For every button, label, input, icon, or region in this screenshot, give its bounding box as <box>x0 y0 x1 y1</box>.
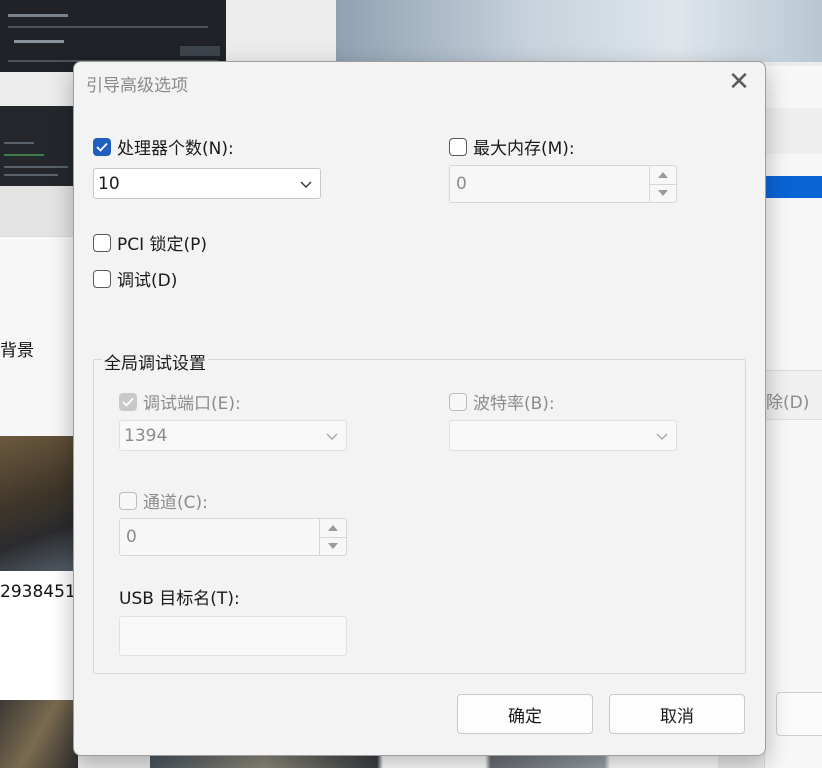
debug-port-checkbox[interactable]: 调试端口(E): <box>119 389 241 414</box>
chevron-down-icon <box>300 174 312 194</box>
debug-port-dropdown[interactable]: 1394 <box>119 420 347 451</box>
max-memory-label: 最大内存(M): <box>473 139 575 159</box>
channel-spinner[interactable]: 0 <box>119 518 347 556</box>
processor-count-checkbox[interactable]: 处理器个数(N): <box>93 134 234 159</box>
pci-lock-checkbox[interactable]: PCI 锁定(P) <box>93 230 207 255</box>
baud-rate-checkbox[interactable]: 波特率(B): <box>449 389 555 414</box>
checkbox-box <box>93 269 111 288</box>
spin-down-icon[interactable] <box>650 183 676 203</box>
background-panel <box>0 186 78 236</box>
baud-rate-label: 波特率(B): <box>473 394 555 414</box>
checkbox-box <box>449 392 467 411</box>
background-number: 2938451 <box>0 582 76 602</box>
processor-count-dropdown[interactable]: 10 <box>93 168 321 199</box>
background-wallpaper <box>336 0 822 62</box>
background-label: 背景 <box>0 341 34 361</box>
checkbox-box <box>119 491 137 510</box>
processor-count-value: 10 <box>98 173 120 194</box>
chevron-down-icon <box>656 426 668 446</box>
boot-advanced-options-dialog: 引导高级选项 ✕ 处理器个数(N): 10 最大内存(M): 0 PCI 锁定(… <box>73 61 766 756</box>
ok-button[interactable]: 确定 <box>457 694 593 734</box>
max-memory-value: 0 <box>456 174 467 194</box>
checkbox-box <box>93 233 111 252</box>
spin-up-icon[interactable] <box>650 166 676 184</box>
processor-count-label: 处理器个数(N): <box>117 139 234 159</box>
background-game-image <box>0 436 78 571</box>
channel-value: 0 <box>126 527 137 547</box>
checkmark-icon <box>119 392 137 411</box>
usb-target-label: USB 目标名(T): <box>119 589 240 609</box>
background-right-label: 除(D) <box>766 393 810 413</box>
spin-down-icon[interactable] <box>320 536 346 556</box>
usb-target-input[interactable] <box>119 616 347 656</box>
background-right-button <box>776 692 822 736</box>
background-thumbnail-dark-2 <box>0 106 78 188</box>
background-right-toolbar <box>764 108 822 154</box>
channel-label: 通道(C): <box>143 493 208 513</box>
debug-port-value: 1394 <box>124 425 168 446</box>
spin-up-icon[interactable] <box>320 519 346 537</box>
channel-checkbox[interactable]: 通道(C): <box>119 488 208 513</box>
cancel-button[interactable]: 取消 <box>609 694 745 734</box>
chevron-down-icon <box>326 426 338 446</box>
max-memory-spinner[interactable]: 0 <box>449 165 677 203</box>
debug-port-label: 调试端口(E): <box>143 394 241 414</box>
dialog-title: 引导高级选项 <box>86 76 188 96</box>
max-memory-checkbox[interactable]: 最大内存(M): <box>449 134 575 159</box>
checkmark-icon <box>93 137 111 156</box>
global-debug-group-label: 全局调试设置 <box>102 349 208 374</box>
background-selected-row <box>764 176 822 198</box>
close-icon[interactable]: ✕ <box>724 68 754 98</box>
debug-label: 调试(D) <box>117 271 178 291</box>
checkbox-box <box>449 137 467 156</box>
pci-lock-label: PCI 锁定(P) <box>117 235 208 255</box>
background-game-image-2 <box>0 700 78 768</box>
debug-checkbox[interactable]: 调试(D) <box>93 266 177 291</box>
baud-rate-dropdown[interactable] <box>449 420 677 451</box>
